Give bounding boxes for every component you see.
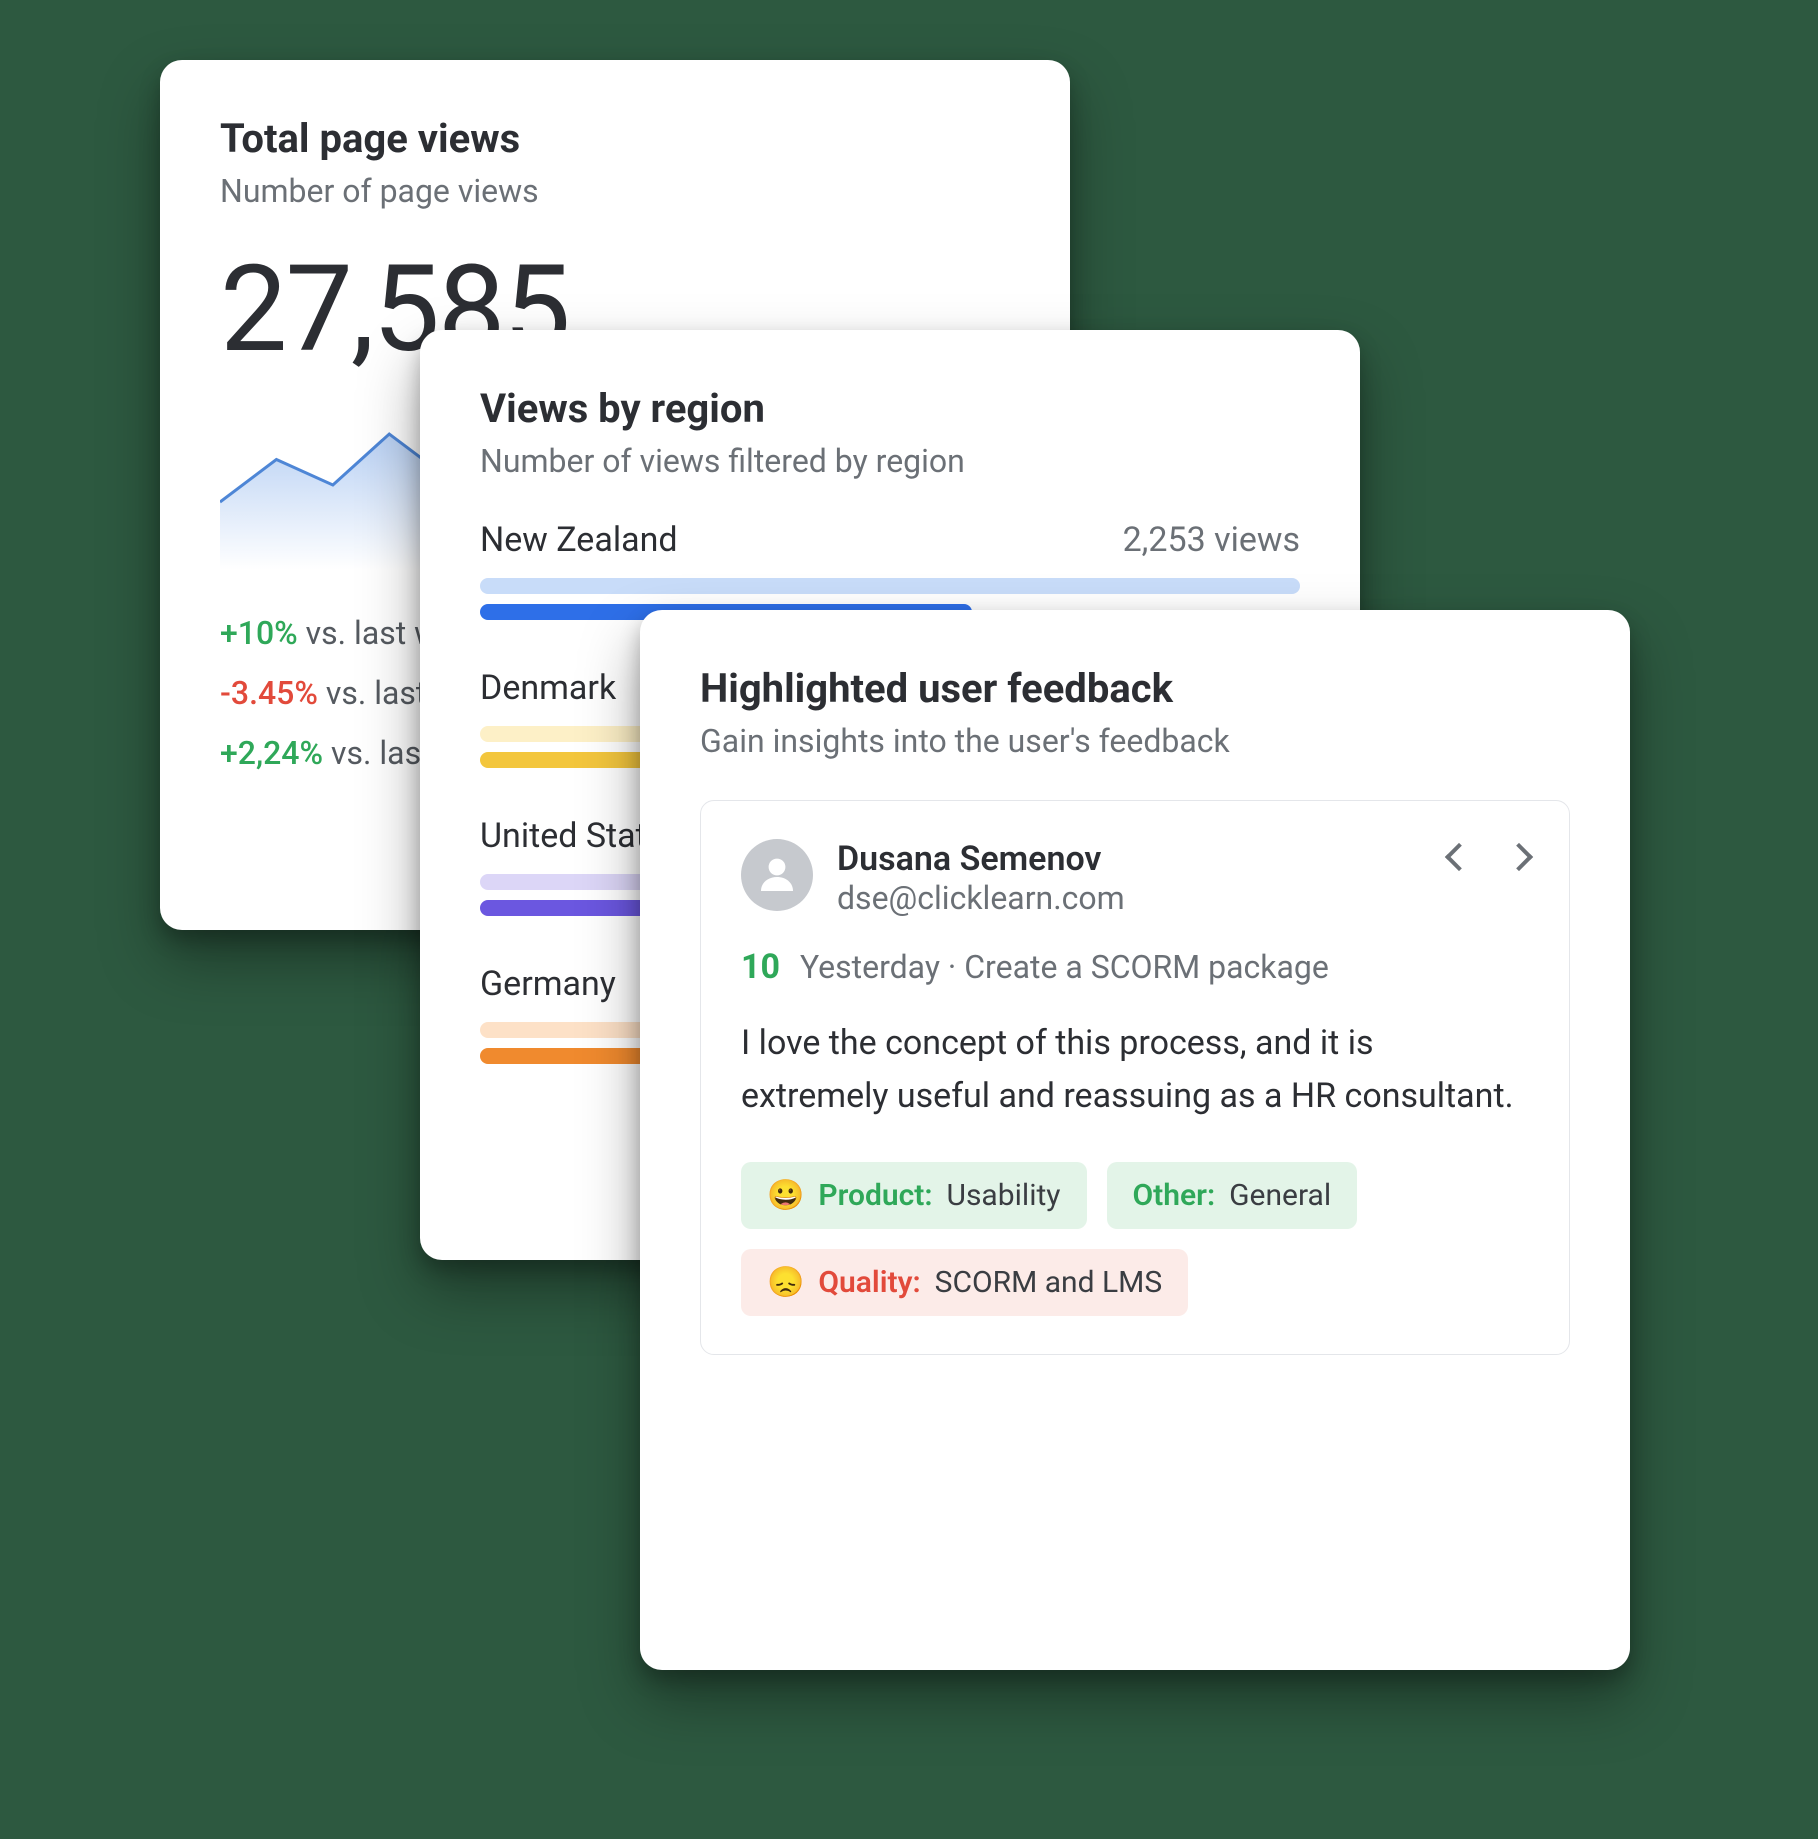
feedback-context: Create a SCORM package [964,948,1329,986]
region-row: New Zealand 2,253 views [480,520,1300,620]
avatar [741,839,813,911]
card-highlighted-feedback: Highlighted user feedback Gain insights … [640,610,1630,1670]
feedback-tags: 😀 Product: Usability Other: General 😞 Qualit… [741,1162,1529,1316]
card3-title: Highlighted user feedback [700,665,1570,712]
tag-value: General [1229,1178,1331,1213]
smile-icon: 😀 [767,1178,804,1213]
tag-value: Usability [947,1178,1061,1213]
feedback-body: I love the concept of this process, and … [741,1017,1529,1122]
delta-value: -3.45% [220,674,318,712]
delta-value: +2,24% [220,734,323,772]
feedback-meta: 10 Yesterday · Create a SCORM package [741,947,1529,987]
feedback-nav [1449,847,1529,867]
card2-title: Views by region [480,385,1300,432]
chevron-right-icon[interactable] [1505,843,1533,871]
tag-label: Quality: [818,1265,920,1300]
feedback-tag: 😀 Product: Usability [741,1162,1087,1229]
tag-label: Other: [1133,1178,1216,1213]
feedback-card: Dusana Semenov dse@clicklearn.com 10 Yes… [700,800,1570,1355]
feedback-user-email: dse@clicklearn.com [837,879,1425,917]
feedback-user: Dusana Semenov dse@clicklearn.com [837,839,1425,917]
feedback-score: 10 [741,947,780,987]
region-name: Germany [480,964,616,1004]
avatar-icon [753,851,801,899]
feedback-user-name: Dusana Semenov [837,839,1425,879]
feedback-tag: Other: General [1107,1162,1358,1229]
region-head: New Zealand 2,253 views [480,520,1300,560]
card3-subtitle: Gain insights into the user's feedback [700,722,1570,760]
delta-value: +10% [220,614,298,652]
region-views: 2,253 views [1123,520,1300,560]
chevron-left-icon[interactable] [1445,843,1473,871]
feedback-header: Dusana Semenov dse@clicklearn.com [741,839,1529,917]
tag-value: SCORM and LMS [935,1265,1163,1300]
feedback-tag: 😞 Quality: SCORM and LMS [741,1249,1188,1316]
card2-subtitle: Number of views filtered by region [480,442,1300,480]
card1-title: Total page views [220,115,1010,162]
region-name: Denmark [480,668,616,708]
frown-icon: 😞 [767,1265,804,1300]
tag-label: Product: [818,1178,932,1213]
region-name: New Zealand [480,520,678,560]
bar-track [480,578,1300,594]
card1-subtitle: Number of page views [220,172,1010,210]
feedback-time: Yesterday [800,948,940,986]
